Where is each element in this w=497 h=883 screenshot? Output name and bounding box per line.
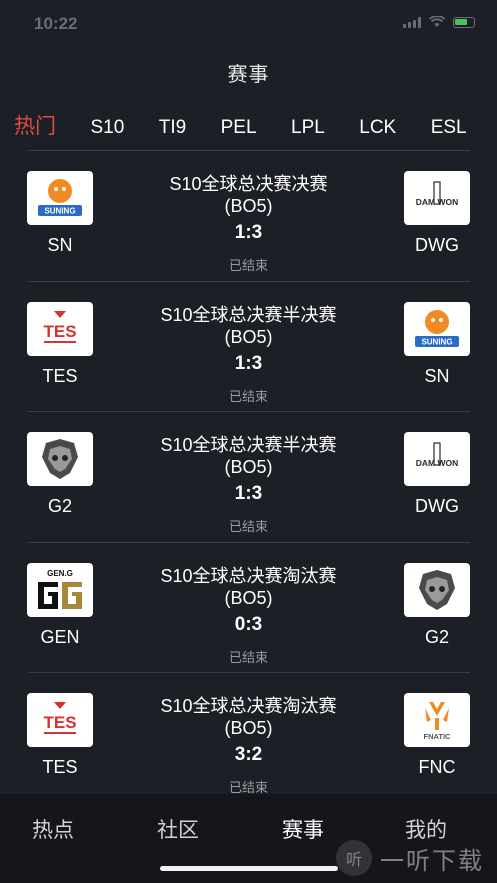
match-title-text: S10全球总决赛决赛: [169, 174, 328, 194]
fnc-logo: FNATIC: [404, 693, 470, 747]
match-format: (BO5): [224, 588, 273, 608]
match-title: S10全球总决赛淘汰赛 (BO5): [120, 565, 377, 609]
match-format: (BO5): [224, 718, 273, 738]
match-title: S10全球总决赛淘汰赛 (BO5): [120, 695, 377, 739]
match-title: S10全球总决赛决赛 (BO5): [120, 173, 377, 217]
battery-icon: [453, 16, 475, 28]
svg-text:FNATIC: FNATIC: [424, 732, 452, 741]
tab-pel[interactable]: PEL: [221, 117, 257, 139]
match-format: (BO5): [224, 457, 273, 477]
match-format: (BO5): [224, 327, 273, 347]
tab-lpl[interactable]: LPL: [291, 117, 325, 139]
status-bar: 10:22: [0, 0, 497, 44]
nav-matches[interactable]: 赛事: [282, 814, 324, 844]
nav-hot[interactable]: 热点: [32, 814, 74, 844]
team-a-name: TES: [42, 366, 78, 386]
dwg-logo: DAM WON: [404, 171, 470, 225]
match-title: S10全球总决赛半决赛 (BO5): [120, 434, 377, 478]
match-title-text: S10全球总决赛半决赛: [160, 305, 337, 325]
nav-community[interactable]: 社区: [157, 814, 199, 844]
match-card[interactable]: SUNING SN S10全球总决赛决赛 (BO5) 1:3 已结束 DAM WO…: [0, 151, 497, 281]
match-status: 已结束: [228, 650, 268, 665]
svg-text:SUNING: SUNING: [421, 338, 452, 347]
svg-text:GEN.G: GEN.G: [47, 569, 73, 578]
svg-text:TES: TES: [43, 713, 76, 732]
match-status: 已结束: [228, 258, 268, 273]
status-icons: [403, 16, 475, 28]
match-score: 1:3: [234, 483, 263, 504]
watermark-text: 一听下载: [380, 847, 484, 875]
team-a-name: SN: [47, 235, 73, 255]
svg-text:DAM WON: DAM WON: [416, 197, 459, 207]
svg-text:TES: TES: [43, 322, 76, 341]
category-tabs: 热门 S10 TI9 PEL LPL LCK ESL M: [14, 110, 497, 140]
match-status: 已结束: [228, 519, 268, 534]
home-indicator[interactable]: [160, 866, 338, 871]
team-a-name: TES: [42, 757, 78, 777]
team-a-name: GEN: [40, 627, 80, 647]
team-b-name: FNC: [418, 757, 456, 777]
team-b-name: SN: [424, 366, 450, 386]
match-title-text: S10全球总决赛淘汰赛: [160, 566, 337, 586]
sn-logo: SUNING: [27, 171, 93, 225]
wifi-icon: [429, 16, 445, 27]
g2-logo: [404, 563, 470, 617]
watermark-logo-icon: 听: [336, 840, 372, 876]
watermark: 听 一听下载: [336, 840, 484, 876]
team-a-name: G2: [47, 496, 72, 516]
match-card[interactable]: TES TES S10全球总决赛淘汰赛 (BO5) 3:2 已结束 FNATIC …: [0, 673, 497, 803]
match-score: 0:3: [234, 614, 263, 635]
sn-logo: SUNING: [404, 302, 470, 356]
status-time: 10:22: [34, 14, 78, 33]
match-card[interactable]: G2 S10全球总决赛半决赛 (BO5) 1:3 已结束 DAM WON DWG: [0, 412, 497, 542]
gen-logo: GEN.G: [27, 563, 93, 617]
tab-hot[interactable]: 热门: [14, 110, 56, 140]
match-title: S10全球总决赛半决赛 (BO5): [120, 304, 377, 348]
match-score: 3:2: [234, 744, 263, 765]
page-title: 赛事: [227, 64, 270, 86]
match-score: 1:3: [234, 353, 263, 374]
team-b-name: DWG: [415, 235, 459, 255]
dwg-logo: DAM WON: [404, 432, 470, 486]
svg-text:DAM WON: DAM WON: [416, 458, 459, 468]
match-format: (BO5): [224, 196, 273, 216]
match-card[interactable]: GEN.G GEN S10全球总决赛淘汰赛 (BO5) 0:3 已结束 G2: [0, 543, 497, 673]
tes-logo: TES: [27, 693, 93, 747]
tab-ti9[interactable]: TI9: [159, 117, 186, 139]
tab-s10[interactable]: S10: [90, 117, 124, 139]
match-title-text: S10全球总决赛淘汰赛: [160, 696, 337, 716]
svg-text:SUNING: SUNING: [44, 207, 75, 216]
match-title-text: S10全球总决赛半决赛: [160, 435, 337, 455]
signal-icon: [403, 16, 421, 28]
match-card[interactable]: TES TES S10全球总决赛半决赛 (BO5) 1:3 已结束 SUNING …: [0, 282, 497, 412]
tes-logo: TES: [27, 302, 93, 356]
match-score: 1:3: [234, 222, 263, 243]
team-b-name: DWG: [415, 496, 459, 516]
tab-lck[interactable]: LCK: [359, 117, 396, 139]
team-b-name: G2: [424, 627, 449, 647]
match-status: 已结束: [228, 389, 268, 404]
tab-esl[interactable]: ESL: [431, 117, 467, 139]
g2-logo: [27, 432, 93, 486]
